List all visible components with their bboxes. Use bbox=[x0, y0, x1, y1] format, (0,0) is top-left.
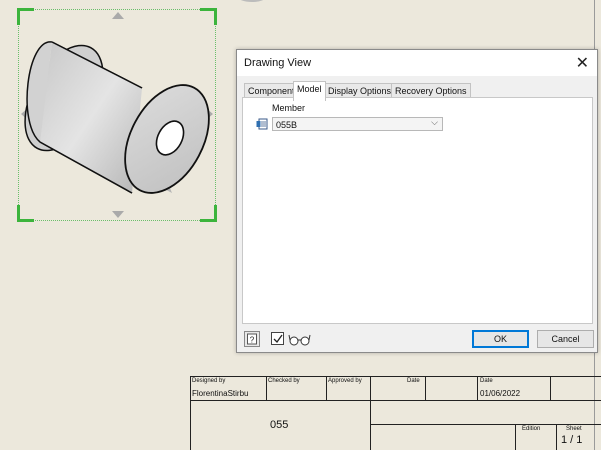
glasses-preview-icon[interactable] bbox=[287, 331, 313, 347]
close-icon[interactable]: ✕ bbox=[576, 53, 589, 73]
move-view-down-grip[interactable] bbox=[112, 211, 124, 218]
help-icon[interactable]: ? bbox=[244, 331, 260, 347]
designed-by-value: FlorentinaStirbu bbox=[192, 389, 249, 398]
dialog-title: Drawing View bbox=[244, 57, 312, 69]
selection-corner-tl[interactable] bbox=[17, 8, 34, 25]
selection-corner-br[interactable] bbox=[200, 205, 217, 222]
approval-date-label: Date bbox=[407, 378, 420, 384]
sheet-value: 1 / 1 bbox=[561, 434, 583, 446]
designed-by-label: Designed by bbox=[192, 378, 226, 384]
approved-by-label: Approved by bbox=[328, 378, 362, 384]
cylinder-part-view[interactable] bbox=[22, 28, 212, 203]
member-table-icon bbox=[256, 118, 268, 130]
cancel-button[interactable]: Cancel bbox=[537, 330, 594, 348]
chevron-down-icon[interactable]: ⌵ bbox=[431, 117, 438, 128]
member-label: Member bbox=[272, 103, 306, 113]
edition-label: Edition bbox=[522, 426, 541, 432]
drawing-view-dialog: Drawing View ✕ Component Model Display O… bbox=[236, 49, 598, 353]
sheet-label: Sheet bbox=[566, 426, 582, 432]
svg-text:?: ? bbox=[250, 336, 255, 345]
preview-checkbox-icon[interactable] bbox=[270, 331, 286, 347]
member-select[interactable]: 055B ⌵ bbox=[272, 117, 443, 131]
model-tab-panel: Member 055B ⌵ bbox=[242, 97, 593, 324]
part-number: 055 bbox=[270, 419, 289, 431]
dialog-titlebar[interactable]: Drawing View ✕ bbox=[237, 50, 597, 76]
partial-view-edge bbox=[238, 0, 266, 2]
selection-corner-bl[interactable] bbox=[17, 205, 34, 222]
ok-button[interactable]: OK bbox=[472, 330, 529, 348]
date-value: 01/06/2022 bbox=[480, 389, 521, 398]
date-label: Date bbox=[480, 378, 493, 384]
tab-model[interactable]: Model bbox=[293, 81, 326, 101]
member-select-value: 055B bbox=[276, 120, 298, 130]
checked-by-label: Checked by bbox=[268, 378, 300, 384]
selection-corner-tr[interactable] bbox=[200, 8, 217, 25]
move-view-up-grip[interactable] bbox=[112, 12, 124, 19]
